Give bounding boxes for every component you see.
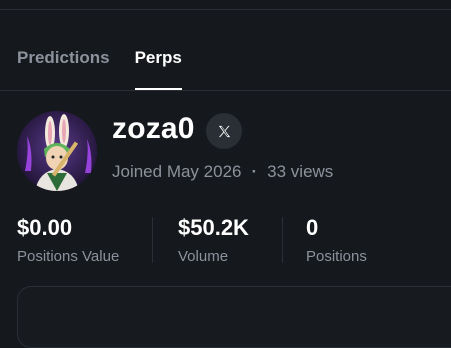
joined-date: Joined May 2026 (112, 162, 242, 181)
tab-predictions[interactable]: Predictions (17, 48, 110, 68)
meta-separator: · (251, 162, 258, 181)
avatar (17, 111, 97, 191)
profile-tabs: Predictions Perps (17, 48, 183, 90)
stat-divider (152, 217, 153, 263)
x-logo-icon (218, 125, 230, 137)
positions-card (17, 286, 451, 348)
x-profile-button[interactable] (206, 113, 242, 149)
tab-perps[interactable]: Perps (134, 48, 183, 90)
profile-meta: Joined May 2026 · 33 views (112, 162, 333, 182)
stat-value: 0 (306, 215, 319, 240)
username: zoza0 (112, 112, 195, 145)
stat-label: Volume (178, 248, 229, 265)
stat-volume: $50.2K Volume (178, 215, 249, 265)
top-divider (0, 9, 451, 10)
tabs-divider (0, 90, 451, 91)
stat-value: $0.00 (17, 215, 73, 240)
stat-positions: 0 Positions (306, 215, 367, 265)
stat-divider (282, 217, 283, 263)
stat-value: $50.2K (178, 215, 249, 240)
stat-label: Positions Value (17, 248, 120, 265)
stat-label: Positions (306, 248, 367, 265)
views-count: 33 views (267, 162, 334, 181)
stat-positions-value: $0.00 Positions Value (17, 215, 119, 265)
avatar-image (17, 111, 97, 191)
